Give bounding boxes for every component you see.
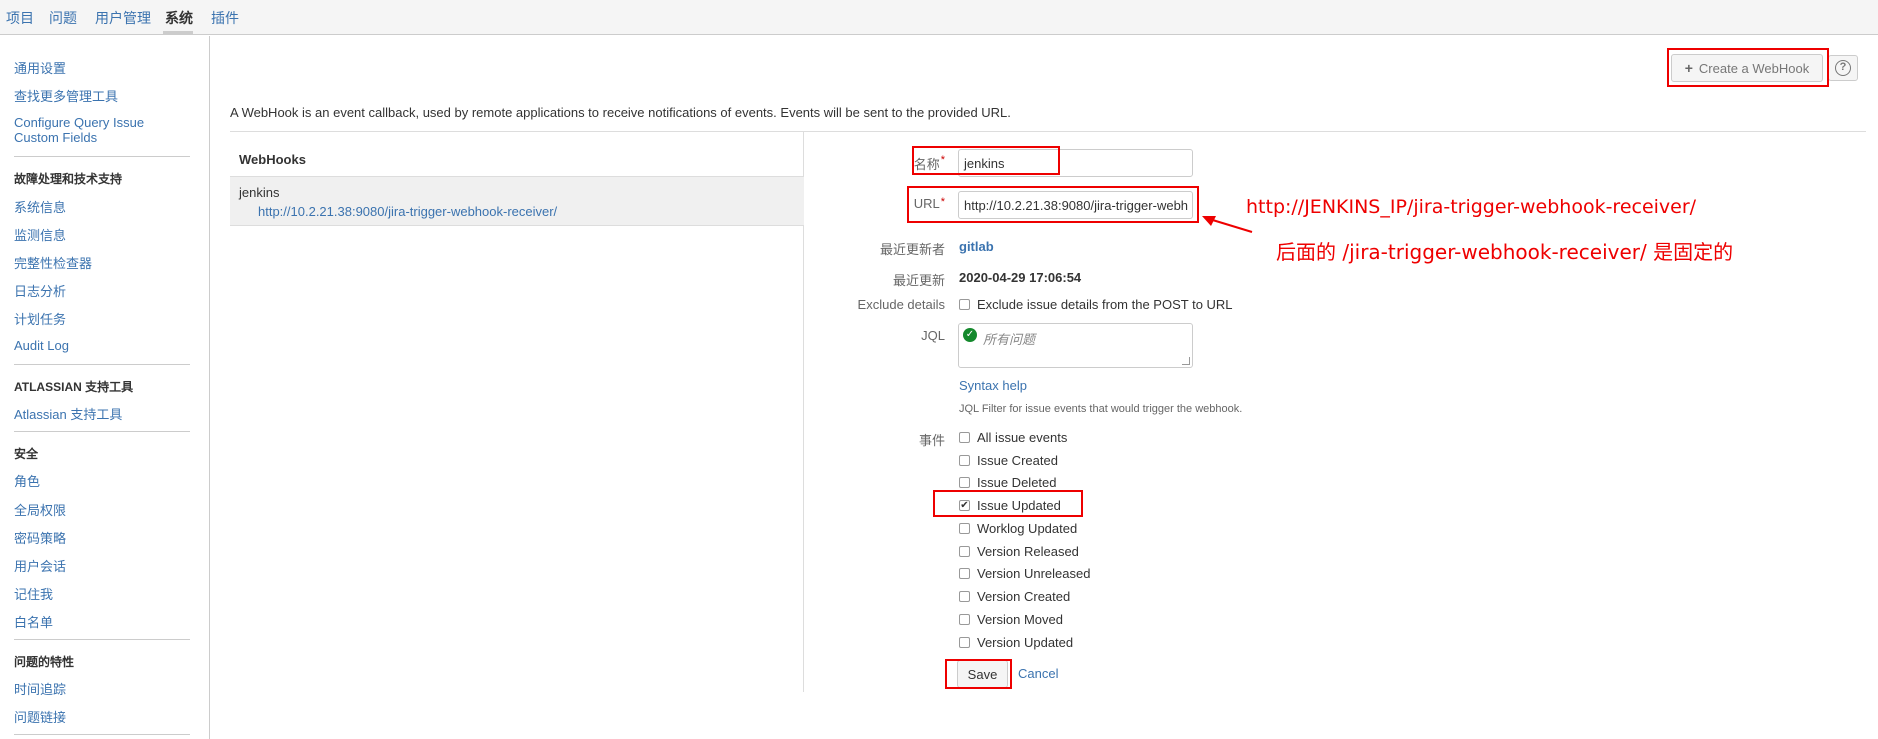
sidebar-heading-atlassian-support: ATLASSIAN 支持工具	[14, 380, 134, 394]
sidebar-item-global-permissions[interactable]: 全局权限	[14, 500, 66, 519]
webhook-url-link[interactable]: http://10.2.21.38:9080/jira-trigger-webh…	[258, 204, 557, 219]
webhook-list-header: WebHooks	[230, 132, 804, 177]
events-label: 事件	[918, 433, 945, 448]
sidebar-item-custom-fields[interactable]: Custom Fields	[14, 130, 97, 145]
event-label: Version Unreleased	[977, 566, 1091, 581]
highlight-box	[933, 490, 1083, 517]
sidebar-item-system-info[interactable]: 系统信息	[14, 197, 66, 216]
nav-tab-projects[interactable]: 项目	[6, 8, 34, 28]
event-label: All issue events	[977, 430, 1068, 445]
event-label: Worklog Updated	[977, 521, 1078, 536]
sidebar-item-integrity-checker[interactable]: 完整性检查器	[14, 253, 92, 272]
event-label: Version Released	[977, 544, 1079, 559]
jql-label: JQL	[921, 328, 945, 343]
sidebar-item-monitoring[interactable]: 监测信息	[14, 225, 66, 244]
exclude-details-checkbox[interactable]	[959, 299, 970, 310]
sidebar-divider	[14, 639, 190, 640]
nav-tab-issues[interactable]: 问题	[49, 8, 77, 28]
sidebar-divider	[14, 364, 190, 365]
page-description: A WebHook is an event callback, used by …	[230, 105, 1011, 120]
event-checkbox[interactable]	[959, 614, 970, 625]
cancel-link[interactable]: Cancel	[1018, 666, 1058, 681]
jql-placeholder: 所有问题	[983, 332, 1036, 347]
nav-tab-plugins[interactable]: 插件	[211, 8, 239, 28]
highlight-box	[912, 146, 1060, 175]
event-label: Issue Created	[977, 453, 1058, 468]
help-button[interactable]: ?	[1828, 55, 1858, 81]
sidebar-divider	[14, 734, 190, 735]
sidebar-item-password-policy[interactable]: 密码策略	[14, 528, 66, 547]
syntax-help-link[interactable]: Syntax help	[959, 378, 1027, 393]
active-tab-indicator	[163, 31, 193, 34]
event-label: Issue Deleted	[977, 475, 1057, 490]
list-item[interactable]: jenkins http://10.2.21.38:9080/jira-trig…	[230, 177, 804, 226]
sidebar-item-audit-log[interactable]: Audit Log	[14, 338, 69, 353]
webhook-list-panel: WebHooks jenkins http://10.2.21.38:9080/…	[230, 132, 804, 692]
sidebar-heading-troubleshooting: 故障处理和技术支持	[14, 172, 123, 186]
nav-tab-user-management[interactable]: 用户管理	[95, 8, 151, 28]
top-nav: 项目 问题 用户管理 系统 插件	[0, 0, 1878, 35]
sidebar-item-general-settings[interactable]: 通用设置	[14, 58, 66, 77]
highlight-box	[907, 186, 1199, 223]
sidebar-divider	[14, 156, 190, 157]
highlight-box	[945, 659, 1012, 689]
event-checkbox[interactable]	[959, 523, 970, 534]
sidebar-item-whitelist[interactable]: 白名单	[14, 612, 53, 631]
sidebar-item-log-analysis[interactable]: 日志分析	[14, 281, 66, 300]
sidebar-item-issue-linking[interactable]: 问题链接	[14, 707, 66, 726]
sidebar: 通用设置 查找更多管理工具 Configure Query Issue Cust…	[0, 36, 210, 739]
sidebar-heading-security: 安全	[14, 447, 39, 461]
sidebar-item-find-more-admin-tools[interactable]: 查找更多管理工具	[14, 86, 118, 105]
event-checkbox[interactable]	[959, 546, 970, 557]
arrow-icon	[1202, 216, 1253, 233]
nav-tab-system[interactable]: 系统	[165, 8, 193, 28]
highlight-box	[1667, 48, 1829, 87]
updater-label: 最近更新者	[879, 242, 945, 257]
exclude-details-label: Exclude details	[857, 297, 945, 312]
jql-input[interactable]: ✓ 所有问题	[958, 323, 1193, 368]
annotation-fixed-path-note: 后面的 /jira-trigger-webhook-receiver/ 是固定的	[1276, 240, 1734, 264]
sidebar-heading-issue-features: 问题的特性	[14, 655, 75, 669]
sidebar-item-remember-me[interactable]: 记住我	[14, 584, 53, 603]
sidebar-item-time-tracking[interactable]: 时间追踪	[14, 679, 66, 698]
jql-hint: JQL Filter for issue events that would t…	[959, 403, 1243, 415]
sidebar-item-roles[interactable]: 角色	[14, 471, 40, 490]
event-checkbox[interactable]	[959, 637, 970, 648]
updater-link[interactable]: gitlab	[959, 239, 994, 254]
event-label: Version Moved	[977, 612, 1063, 627]
annotation-url-pattern: http://JENKINS_IP/jira-trigger-webhook-r…	[1246, 196, 1697, 218]
event-label: Version Updated	[977, 635, 1074, 650]
sidebar-divider	[14, 431, 190, 432]
event-checkbox[interactable]	[959, 432, 970, 443]
sidebar-item-scheduled-tasks[interactable]: 计划任务	[14, 309, 66, 328]
event-checkbox[interactable]	[959, 568, 970, 579]
event-checkbox[interactable]	[959, 477, 970, 488]
check-circle-icon: ✓	[963, 328, 977, 342]
sidebar-item-atlassian-support-tools[interactable]: Atlassian 支持工具	[14, 404, 122, 423]
sidebar-item-user-sessions[interactable]: 用户会话	[14, 556, 66, 575]
webhook-name: jenkins	[239, 185, 280, 200]
event-checkbox[interactable]	[959, 591, 970, 602]
updated-value: 2020-04-29 17:06:54	[959, 270, 1082, 285]
exclude-details-text: Exclude issue details from the POST to U…	[977, 297, 1233, 312]
updated-label: 最近更新	[892, 273, 945, 288]
sidebar-item-configure-query-issue[interactable]: Configure Query Issue	[14, 115, 144, 130]
help-icon: ?	[1835, 60, 1851, 76]
resize-handle-icon[interactable]	[1182, 357, 1190, 365]
event-label: Version Created	[977, 589, 1071, 604]
event-checkbox[interactable]	[959, 455, 970, 466]
